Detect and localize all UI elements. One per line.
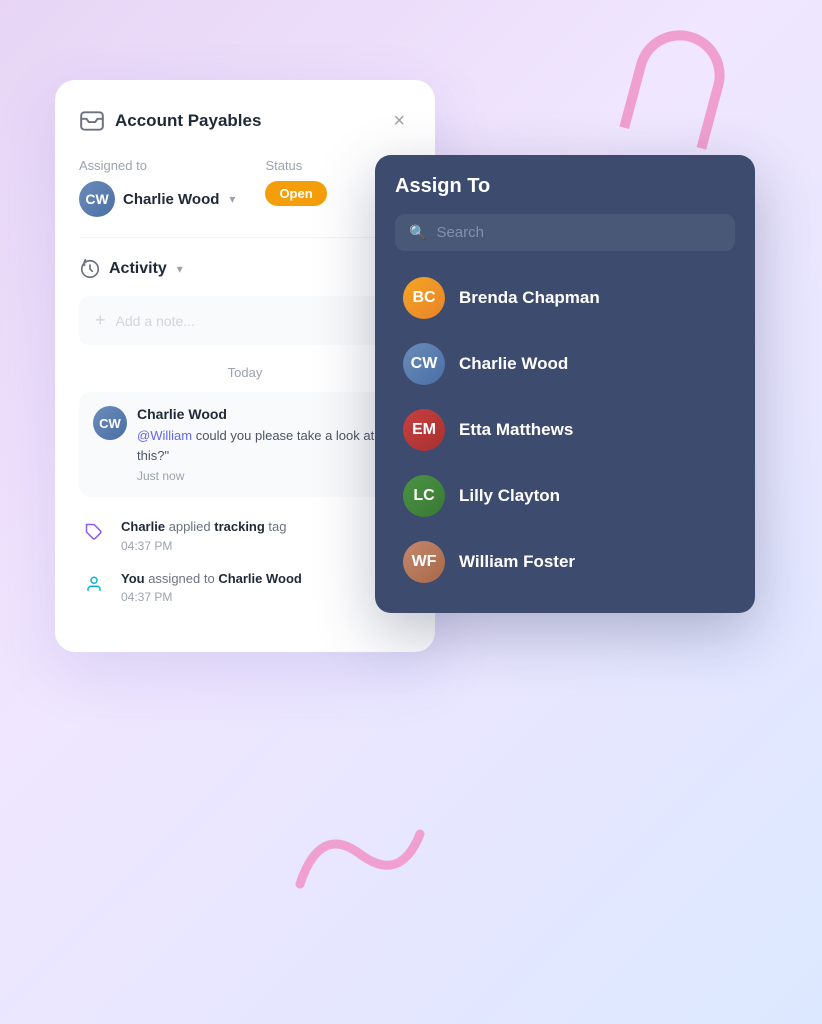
comment-text: @William could you please take a look at… [137, 426, 397, 465]
comment-time: Just now [137, 469, 397, 483]
assigned-section: Assigned to CW Charlie Wood ▾ Status Ope… [79, 158, 411, 217]
search-input[interactable] [436, 224, 721, 241]
assigned-user-name: Charlie Wood [123, 191, 219, 208]
card-title: Account Payables [115, 111, 261, 131]
william-avatar: WF [403, 541, 445, 583]
activity-chevron-icon: ▾ [177, 262, 183, 276]
activity-item-text-2: You assigned to Charlie Wood [121, 569, 302, 589]
activity-highlight: tracking [214, 519, 265, 534]
person-item-etta[interactable]: EM Etta Matthews [395, 399, 735, 461]
person-item-lilly[interactable]: LC Lilly Clayton [395, 465, 735, 527]
etta-name: Etta Matthews [459, 420, 573, 440]
brenda-name: Brenda Chapman [459, 288, 600, 308]
person-list: BC Brenda Chapman CW Charlie Wood EM Ett… [395, 267, 735, 593]
comment-author-name: Charlie Wood [137, 406, 397, 422]
comment-card: CW Charlie Wood @William could you pleas… [79, 392, 411, 497]
decorative-squiggle [280, 804, 440, 904]
tag-icon [79, 517, 109, 547]
status-badge: Open [265, 181, 326, 206]
william-name: William Foster [459, 552, 575, 572]
add-note-area[interactable]: + Add a note... [79, 296, 411, 345]
activity-actor-2: You [121, 571, 145, 586]
inbox-icon [79, 108, 105, 134]
charlie-dropdown-name: Charlie Wood [459, 354, 568, 374]
activity-item-tag: Charlie applied tracking tag 04:37 PM [79, 517, 411, 553]
search-icon: 🔍 [409, 224, 426, 241]
activity-actor: Charlie [121, 519, 165, 534]
card-title-group: Account Payables [79, 108, 261, 134]
charlie-avatar: CW [79, 181, 115, 217]
dropdown-title: Assign To [395, 175, 735, 198]
activity-time: 04:37 PM [121, 539, 287, 553]
plus-icon: + [95, 310, 106, 331]
lilly-name: Lilly Clayton [459, 486, 560, 506]
assigned-group: Assigned to CW Charlie Wood ▾ [79, 158, 235, 217]
comment-author-avatar: CW [93, 406, 127, 440]
status-label: Status [265, 158, 326, 173]
assigned-label: Assigned to [79, 158, 235, 173]
activity-header: Activity ▾ [79, 258, 411, 280]
divider [79, 237, 411, 238]
etta-avatar: EM [403, 409, 445, 451]
mention: @William [137, 428, 192, 443]
person-item-brenda[interactable]: BC Brenda Chapman [395, 267, 735, 329]
activity-icon [79, 258, 101, 280]
decorative-hook [619, 20, 734, 150]
chevron-down-icon: ▾ [229, 192, 235, 206]
activity-highlight-2: Charlie Wood [218, 571, 302, 586]
activity-item-assign: You assigned to Charlie Wood 04:37 PM [79, 569, 411, 605]
today-label: Today [79, 365, 411, 380]
activity-time-2: 04:37 PM [121, 590, 302, 604]
add-note-placeholder: Add a note... [116, 313, 195, 329]
person-icon [79, 569, 109, 599]
search-box: 🔍 [395, 214, 735, 251]
assign-dropdown: Assign To 🔍 BC Brenda Chapman CW Charlie… [375, 155, 755, 613]
comment-content: Charlie Wood @William could you please t… [137, 406, 397, 483]
lilly-avatar: LC [403, 475, 445, 517]
charlie-dropdown-avatar: CW [403, 343, 445, 385]
brenda-avatar: BC [403, 277, 445, 319]
close-button[interactable]: × [387, 109, 411, 133]
person-item-william[interactable]: WF William Foster [395, 531, 735, 593]
card-header: Account Payables × [79, 108, 411, 134]
activity-item-content: Charlie applied tracking tag 04:37 PM [121, 517, 287, 553]
assigned-user[interactable]: CW Charlie Wood ▾ [79, 181, 235, 217]
activity-item-text: Charlie applied tracking tag [121, 517, 287, 537]
activity-title: Activity [109, 260, 167, 278]
activity-item-content-2: You assigned to Charlie Wood 04:37 PM [121, 569, 302, 605]
status-group: Status Open [265, 158, 326, 206]
person-item-charlie[interactable]: CW Charlie Wood [395, 333, 735, 395]
